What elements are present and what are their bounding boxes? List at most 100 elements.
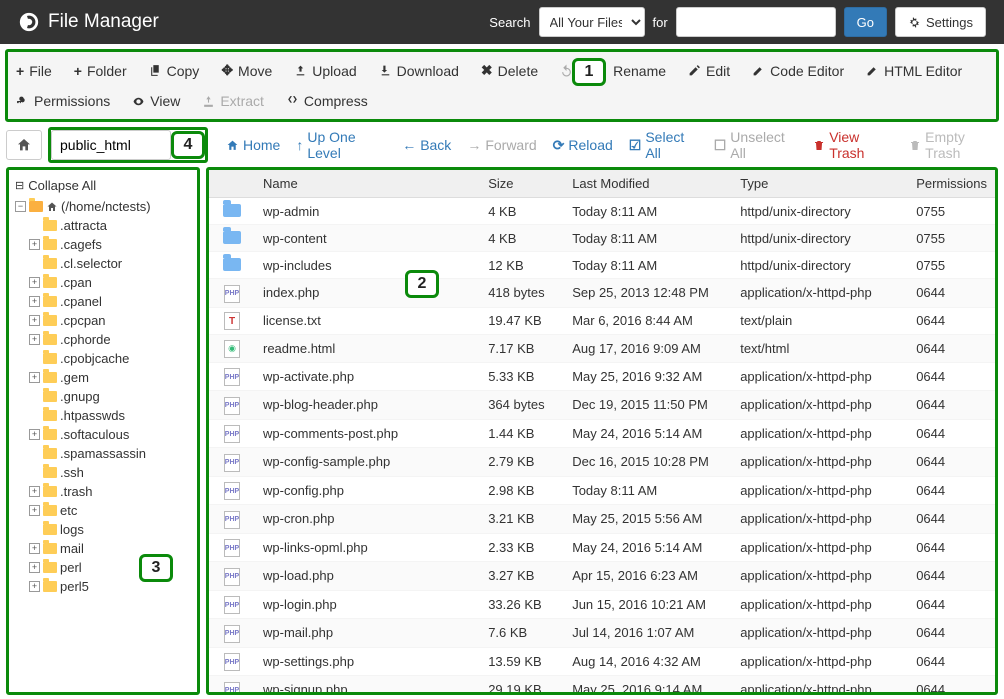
table-row[interactable]: PHPwp-login.php33.26 KBJun 15, 2016 10:2…: [209, 590, 995, 619]
tree-item[interactable]: +etc: [29, 501, 193, 520]
col-name[interactable]: Name: [255, 170, 480, 198]
table-row[interactable]: PHPwp-signup.php29.19 KBMay 25, 2016 9:1…: [209, 676, 995, 696]
permissions-button[interactable]: Permissions: [14, 89, 112, 113]
copy-button[interactable]: Copy: [147, 59, 202, 83]
compress-button[interactable]: Compress: [284, 89, 370, 113]
file-perms: 0644: [908, 562, 995, 591]
file-perms: 0644: [908, 279, 995, 308]
col-perms[interactable]: Permissions: [908, 170, 995, 198]
expand-toggle[interactable]: +: [29, 315, 40, 326]
tree-item[interactable]: +.cpcpan: [29, 311, 193, 330]
nav-forward[interactable]: →Forward: [467, 137, 536, 153]
tree-item[interactable]: +.softaculous: [29, 425, 193, 444]
table-row[interactable]: PHPwp-settings.php13.59 KBAug 14, 2016 4…: [209, 647, 995, 676]
file-perms: 0644: [908, 590, 995, 619]
col-type[interactable]: Type: [732, 170, 908, 198]
table-row[interactable]: PHPwp-comments-post.php1.44 KBMay 24, 20…: [209, 419, 995, 448]
nav-reload[interactable]: ⟳Reload: [553, 137, 613, 154]
expand-toggle[interactable]: +: [29, 334, 40, 345]
expand-toggle[interactable]: +: [29, 277, 40, 288]
tree-item[interactable]: .gnupg: [29, 387, 193, 406]
nav-unselect-all[interactable]: ☐Unselect All: [714, 129, 797, 161]
nav-view-trash[interactable]: View Trash: [813, 129, 893, 161]
table-row[interactable]: PHPindex.php418 bytesSep 25, 2013 12:48 …: [209, 279, 995, 308]
expand-toggle[interactable]: +: [29, 429, 40, 440]
tree-root[interactable]: − (/home/nctests): [15, 197, 193, 216]
tree-item[interactable]: .cpobjcache: [29, 349, 193, 368]
tree-item[interactable]: .attracta: [29, 216, 193, 235]
expand-toggle[interactable]: +: [29, 562, 40, 573]
tree-item[interactable]: +.trash: [29, 482, 193, 501]
expand-toggle[interactable]: +: [29, 239, 40, 250]
table-row[interactable]: PHPwp-config-sample.php2.79 KBDec 16, 20…: [209, 448, 995, 477]
collapse-all-button[interactable]: ⊟Collapse All: [13, 174, 193, 197]
new-file-button[interactable]: +File: [14, 59, 54, 83]
go-home-button[interactable]: [6, 130, 42, 160]
col-modified[interactable]: Last Modified: [564, 170, 732, 198]
expand-toggle[interactable]: +: [29, 296, 40, 307]
table-row[interactable]: PHPwp-blog-header.php364 bytesDec 19, 20…: [209, 391, 995, 420]
tree-item[interactable]: +.cpan: [29, 273, 193, 292]
code-editor-button[interactable]: Code Editor: [750, 59, 846, 83]
new-folder-button[interactable]: +Folder: [72, 59, 129, 83]
tree-item[interactable]: .spamassassin: [29, 444, 193, 463]
download-button[interactable]: Download: [377, 59, 461, 83]
settings-button[interactable]: Settings: [895, 7, 986, 37]
go-button[interactable]: Go: [844, 7, 887, 37]
file-perms: 0644: [908, 391, 995, 420]
download-icon: [379, 64, 392, 77]
expand-toggle[interactable]: +: [29, 486, 40, 497]
tree-item[interactable]: .ssh: [29, 463, 193, 482]
tree-item[interactable]: logs: [29, 520, 193, 539]
tree-item[interactable]: +.cagefs: [29, 235, 193, 254]
code-editor-icon: [752, 64, 765, 77]
html-editor-button[interactable]: HTML Editor: [864, 59, 964, 83]
table-row[interactable]: wp-admin4 KBToday 8:11 AMhttpd/unix-dire…: [209, 198, 995, 225]
table-row[interactable]: PHPwp-links-opml.php2.33 KBMay 24, 2016 …: [209, 533, 995, 562]
nav-up[interactable]: ↑Up One Level: [296, 129, 386, 161]
table-row[interactable]: PHPwp-load.php3.27 KBApr 15, 2016 6:23 A…: [209, 562, 995, 591]
file-name: wp-settings.php: [255, 647, 480, 676]
table-row[interactable]: PHPwp-activate.php5.33 KBMay 25, 2016 9:…: [209, 362, 995, 391]
view-button[interactable]: View: [130, 89, 182, 113]
upload-button[interactable]: Upload: [292, 59, 358, 83]
file-type: application/x-httpd-php: [732, 619, 908, 648]
delete-button[interactable]: ✖Delete: [479, 58, 540, 83]
file-name: wp-cron.php: [255, 505, 480, 534]
expand-toggle[interactable]: −: [15, 201, 26, 212]
table-row[interactable]: PHPwp-config.php2.98 KBToday 8:11 AMappl…: [209, 476, 995, 505]
expand-toggle: [29, 448, 40, 459]
move-button[interactable]: ✥Move: [219, 58, 274, 83]
extract-button[interactable]: Extract: [200, 89, 266, 113]
expand-toggle[interactable]: +: [29, 581, 40, 592]
table-row[interactable]: wp-includes12 KBToday 8:11 AMhttpd/unix-…: [209, 252, 995, 279]
expand-toggle: [29, 391, 40, 402]
search-input[interactable]: [676, 7, 836, 37]
table-row[interactable]: Tlicense.txt19.47 KBMar 6, 2016 8:44 AMt…: [209, 307, 995, 335]
search-scope-select[interactable]: All Your Files: [539, 7, 645, 37]
expand-toggle[interactable]: +: [29, 372, 40, 383]
edit-button[interactable]: Edit: [686, 59, 732, 83]
table-row[interactable]: wp-content4 KBToday 8:11 AMhttpd/unix-di…: [209, 225, 995, 252]
expand-toggle[interactable]: +: [29, 543, 40, 554]
file-type: application/x-httpd-php: [732, 562, 908, 591]
file-type: application/x-httpd-php: [732, 676, 908, 696]
path-input[interactable]: [51, 130, 171, 160]
php-file-icon: PHP: [224, 285, 240, 303]
tree-item[interactable]: +.cpanel: [29, 292, 193, 311]
tree-item[interactable]: +.gem: [29, 368, 193, 387]
nav-empty-trash[interactable]: Empty Trash: [909, 129, 998, 161]
expand-toggle[interactable]: +: [29, 505, 40, 516]
tree-item[interactable]: +.cphorde: [29, 330, 193, 349]
table-row[interactable]: PHPwp-mail.php7.6 KBJul 14, 2016 1:07 AM…: [209, 619, 995, 648]
nav-back[interactable]: ←Back: [402, 137, 451, 153]
file-modified: Aug 17, 2016 9:09 AM: [564, 335, 732, 363]
col-size[interactable]: Size: [480, 170, 564, 198]
table-row[interactable]: PHPwp-cron.php3.21 KBMay 25, 2015 5:56 A…: [209, 505, 995, 534]
tree-item[interactable]: .cl.selector: [29, 254, 193, 273]
tree-item[interactable]: .htpasswds: [29, 406, 193, 425]
nav-select-all[interactable]: ☑Select All: [629, 129, 698, 161]
tree-item-label: perl: [60, 560, 82, 575]
nav-home[interactable]: Home: [226, 137, 280, 153]
table-row[interactable]: ◉readme.html7.17 KBAug 17, 2016 9:09 AMt…: [209, 335, 995, 363]
